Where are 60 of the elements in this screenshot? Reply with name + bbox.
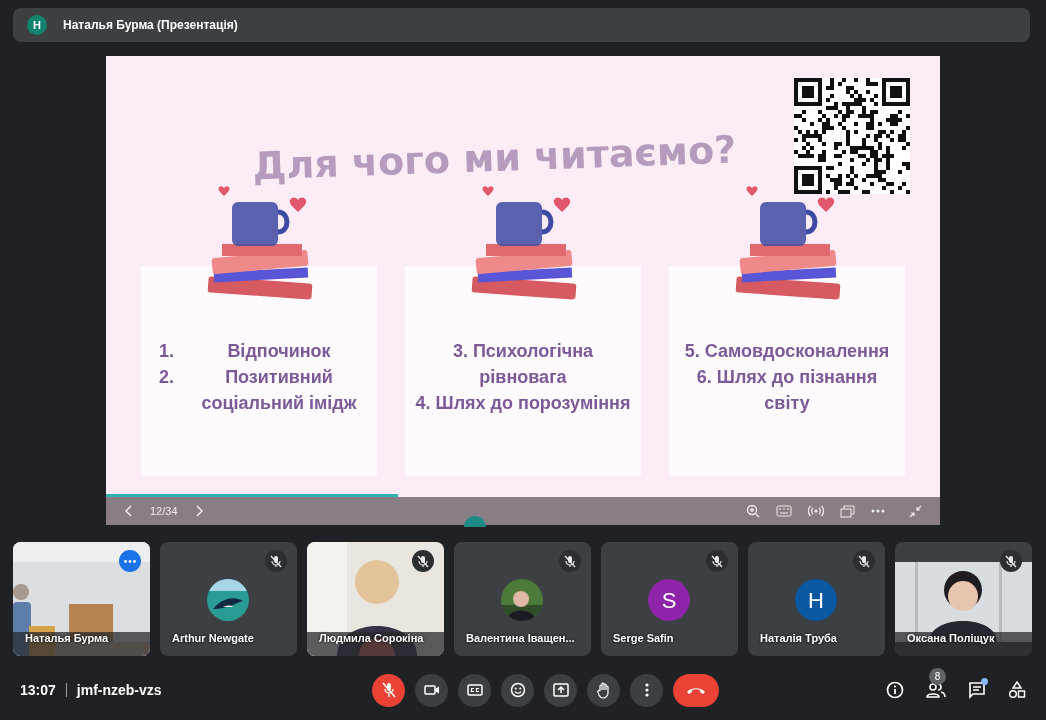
hand-icon — [596, 681, 611, 699]
end-call-button[interactable] — [673, 673, 719, 707]
page-counter: 12/34 — [150, 503, 178, 519]
list-number: 1. — [158, 340, 175, 363]
participant-tile[interactable]: Наталья Бурма — [13, 542, 150, 656]
participant-name: Serge Safin — [613, 630, 674, 646]
avatar: S — [648, 579, 690, 621]
list-item: Позитивний соціальний імідж — [200, 366, 358, 415]
more-icon — [644, 683, 649, 697]
more-icon — [124, 559, 136, 563]
info-icon[interactable] — [886, 681, 904, 699]
smiley-icon — [509, 682, 526, 698]
participant-name: Arthur Newgate — [172, 630, 254, 646]
windows-icon[interactable] — [840, 504, 855, 518]
participant-tile[interactable]: Валентина Іващен... — [454, 542, 591, 656]
mic-off-icon — [381, 682, 396, 698]
participant-count: 8 — [929, 668, 946, 685]
more-options-button[interactable] — [630, 673, 663, 707]
participant-tile[interactable]: S Serge Safin — [601, 542, 738, 656]
broadcast-icon[interactable] — [808, 504, 824, 518]
captions-icon — [466, 684, 483, 696]
next-button[interactable] — [193, 505, 204, 517]
avatar: Н — [795, 579, 837, 621]
list-number: 2. — [158, 366, 175, 389]
people-button[interactable] — [926, 682, 946, 698]
captions-button[interactable] — [458, 673, 491, 707]
zoom-icon[interactable] — [746, 504, 760, 518]
participant-tile[interactable]: Людмила Сорокіна — [307, 542, 444, 656]
microphone-button[interactable] — [372, 673, 405, 707]
participant-tile[interactable]: Н Наталія Труба — [748, 542, 885, 656]
raise-hand-button[interactable] — [587, 673, 620, 707]
slide-title: Для чого ми читаємо? — [251, 127, 737, 189]
avatar: Н — [27, 15, 47, 35]
clock-time: 13:07 — [20, 680, 56, 700]
participant-name: Людмила Сорокіна — [319, 630, 424, 646]
present-button[interactable] — [544, 673, 577, 707]
list-item: 4. Шлях до порозуміння — [414, 392, 632, 415]
emoji-button[interactable] — [501, 673, 534, 707]
participant-name: Оксана Поліщук — [907, 630, 995, 646]
collapse-icon[interactable] — [909, 504, 922, 518]
list-item: 3. Психологічна рівновага — [451, 340, 595, 389]
list-item: 5. Самовдосконалення — [683, 340, 891, 363]
participant-name: Наталья Бурма — [25, 630, 109, 646]
camera-button[interactable] — [415, 673, 448, 707]
presentation-title: Наталья Бурма (Презентація) — [63, 17, 238, 34]
more-icon[interactable] — [871, 509, 885, 513]
participant-tile[interactable]: Arthur Newgate — [160, 542, 297, 656]
participant-name: Валентина Іващен... — [466, 630, 575, 646]
list-item: 6. Шлях до пізнання світу — [695, 366, 879, 415]
activities-button[interactable] — [1008, 681, 1026, 699]
phone-icon — [686, 685, 706, 695]
participant-tile[interactable]: Оксана Поліщук — [895, 542, 1032, 656]
meeting-code: jmf-nzeb-vzs — [76, 680, 162, 700]
participant-name: Наталія Труба — [760, 630, 837, 646]
camera-icon — [423, 684, 440, 696]
present-icon — [552, 683, 569, 697]
previous-button[interactable] — [124, 505, 134, 517]
pointer-icon — [463, 515, 486, 527]
list-item: Відпочинок — [226, 340, 332, 363]
chat-button[interactable] — [968, 681, 986, 699]
